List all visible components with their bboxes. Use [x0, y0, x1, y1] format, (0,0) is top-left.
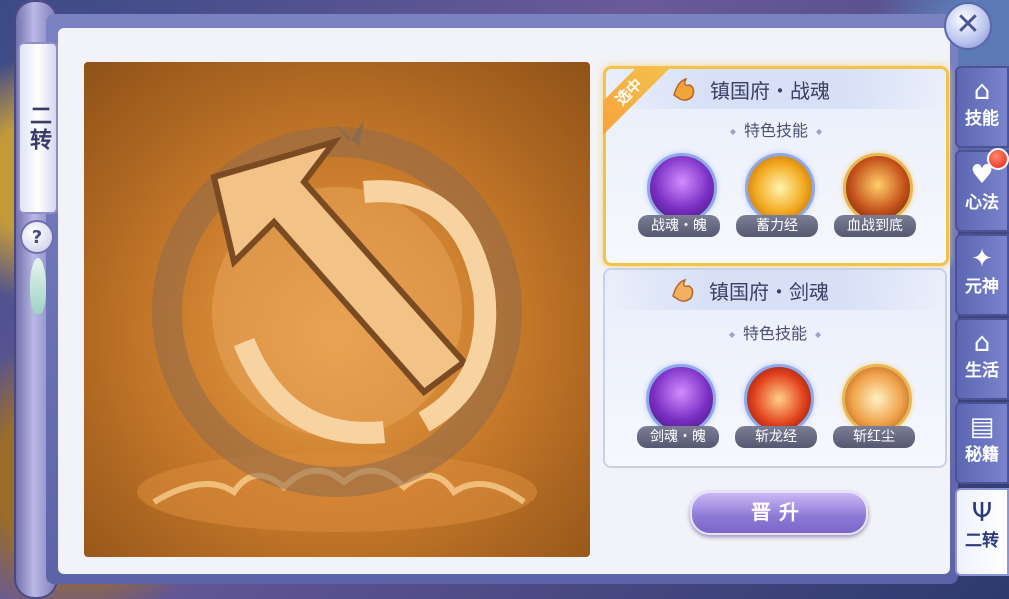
skill-zhanlong-jing[interactable]: 斩龙经 [735, 364, 817, 460]
book-icon: ▤ [969, 412, 995, 442]
feature-skills-heading: 特色技能 [606, 117, 946, 141]
help-icon[interactable]: ? [20, 220, 54, 254]
skill-zhanhun-po[interactable]: 战魂・魄 [638, 153, 720, 249]
skill-jianhun-po[interactable]: 剑魂・魄 [637, 364, 719, 460]
house-icon: ⌂ [973, 328, 991, 358]
flame-emblem-icon [672, 278, 694, 302]
spirit-star-icon: ✦ [971, 244, 993, 274]
skill-zhan-hongchen[interactable]: 斩红尘 [833, 364, 915, 460]
tab-life[interactable]: ⌂ 生活 [955, 318, 1009, 400]
trident-icon: Ψ [971, 498, 993, 528]
tab-skills[interactable]: ⌂ 技能 [955, 66, 1009, 148]
close-icon[interactable]: ✕ [944, 2, 992, 50]
promote-button[interactable]: 晋升 [690, 491, 868, 535]
skill-xuli-jing[interactable]: 蓄力经 [736, 153, 818, 249]
blade-skill-icon [745, 153, 815, 223]
golden-slash-skill-icon [842, 364, 912, 434]
skill-row: 剑魂・魄 斩龙经 斩红尘 [605, 364, 945, 464]
tab-yuanshen[interactable]: ✦ 元神 [955, 234, 1009, 316]
red-slash-skill-icon [744, 364, 814, 434]
tab-second-advance[interactable]: Ψ 二转 [955, 488, 1009, 576]
notification-badge [987, 148, 1009, 170]
flame-emblem-icon [673, 77, 695, 101]
path-title: 镇国府・剑魂 [709, 280, 829, 304]
class-emblem-art [84, 62, 590, 557]
tab-secret-book[interactable]: ▤ 秘籍 [955, 402, 1009, 484]
jade-tassel-decoration [30, 258, 46, 314]
purple-spirit-skill-icon [646, 364, 716, 434]
skill-row: 战魂・魄 蓄力经 血战到底 [606, 153, 946, 253]
tab-xinfa[interactable]: ♥ 心法 [955, 148, 1009, 232]
flame-warrior-skill-icon [843, 153, 913, 223]
pagoda-icon: ⌂ [973, 76, 991, 106]
path-card-zhanhun[interactable]: 镇国府・战魂 选中 特色技能 战魂・魄 蓄力经 血战到底 [603, 66, 949, 266]
rank-tag: 二转 [18, 42, 58, 214]
path-title: 镇国府・战魂 [710, 79, 830, 103]
feature-skills-heading: 特色技能 [605, 320, 945, 344]
skill-xuezhan-daodi[interactable]: 血战到底 [834, 153, 916, 249]
purple-spirit-skill-icon [647, 153, 717, 223]
path-card-jianhun[interactable]: 镇国府・剑魂 特色技能 剑魂・魄 斩龙经 斩红尘 [603, 268, 947, 468]
